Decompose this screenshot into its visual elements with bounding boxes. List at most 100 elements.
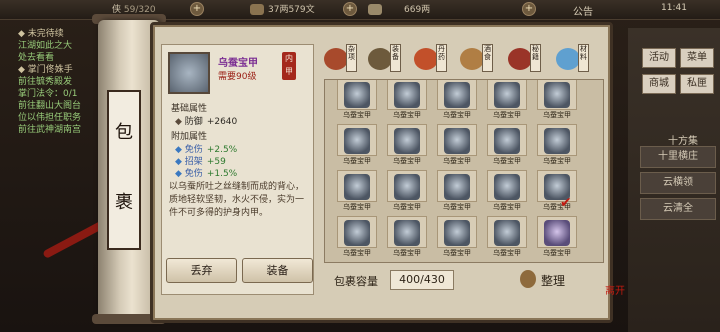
slot-frame	[337, 262, 377, 263]
attr-key: 防御	[184, 117, 203, 127]
inventory-slot[interactable]: 乌蚕宝甲	[487, 80, 527, 123]
add-resource-3-button[interactable]: +	[522, 2, 536, 16]
slot-label: 乌蚕宝甲	[393, 249, 421, 257]
armor-icon	[444, 174, 470, 200]
inventory-slot[interactable]: 乌蚕宝甲	[437, 80, 477, 123]
inventory-slot[interactable]: 乌蚕宝甲	[537, 80, 577, 123]
armor-icon	[344, 174, 370, 200]
category-tab[interactable]: 装备	[366, 42, 401, 74]
notice-button[interactable]: 公告	[573, 3, 593, 18]
inventory-slot[interactable]: 乌蚕宝甲	[537, 216, 577, 261]
slot-frame	[437, 262, 477, 263]
inventory-slot[interactable]: 乌蚕宝甲	[437, 124, 477, 169]
quest-title: ◆ 未完待续	[18, 29, 64, 39]
inventory-slot[interactable]: 乌蚕宝甲	[437, 216, 477, 261]
quest-desc: 位以伟担任职务	[18, 113, 82, 123]
tidy-button[interactable]: 整理	[541, 272, 565, 289]
coin-icon	[250, 4, 264, 15]
inventory-slot[interactable]: 乌蚕宝甲	[487, 170, 527, 215]
scroll-title-char: 包	[115, 122, 133, 143]
inventory-slot[interactable]: 乌蚕宝甲	[387, 170, 427, 215]
category-tab[interactable]: 秘籍	[506, 42, 541, 74]
slot-frame	[537, 262, 577, 263]
side-list-item[interactable]: 云横领	[640, 172, 716, 194]
quest-desc: 前往翻山大阁台	[18, 101, 82, 111]
armor-icon	[344, 82, 370, 108]
inventory-slot[interactable]: 乌蚕宝甲	[337, 124, 377, 169]
inventory-slot[interactable]: 乌蚕宝甲	[387, 80, 427, 123]
shop-button[interactable]: 商城	[642, 74, 676, 94]
category-label: 杂项	[346, 44, 357, 72]
category-tab[interactable]: 杂项	[322, 42, 357, 74]
scroll-label	[107, 90, 141, 250]
equip-button[interactable]: 装备	[242, 258, 313, 283]
slot-label: 乌蚕宝甲	[493, 203, 521, 211]
slot-label: 乌蚕宝甲	[443, 249, 471, 257]
inventory-slot[interactable]	[487, 262, 527, 263]
quest-tracker[interactable]: ◆ 未完待续 江湖如此之大 处去看看 ◆ 掌门佟姝手 前往毓秀殿发 掌门法令：0…	[18, 28, 98, 188]
inventory-slot[interactable]: 乌蚕宝甲	[387, 216, 427, 261]
capacity-value: 400/430	[390, 270, 454, 290]
add-resource-1-button[interactable]: +	[190, 2, 204, 16]
item-type-seal: 内甲	[282, 52, 296, 80]
discard-button[interactable]: 丢弃	[166, 258, 237, 283]
inventory-slot[interactable]: 乌蚕宝甲	[387, 262, 427, 263]
armor-icon	[544, 220, 570, 246]
attr-key: 免伤	[184, 169, 203, 179]
attr-value: +1.5%	[206, 169, 238, 179]
clock-label: 11:41	[661, 3, 687, 13]
inventory-slot[interactable]: 乌蚕宝甲	[337, 262, 377, 263]
extra-attr-title: 附加属性	[171, 132, 208, 142]
side-list-item[interactable]: 十里横庄	[640, 146, 716, 168]
exit-seal[interactable]: 离开	[605, 282, 625, 297]
armor-icon	[168, 52, 210, 94]
item-name: 乌蚕宝甲	[218, 58, 258, 69]
inventory-slot[interactable]: 乌蚕宝甲	[487, 124, 527, 169]
side-panel: 活动 菜单 商城 私匣 十方集 十里横庄 云横领 云清全	[628, 28, 720, 332]
slot-label: 乌蚕宝甲	[343, 249, 371, 257]
inventory-slot[interactable]: 乌蚕宝甲	[337, 80, 377, 123]
activity-button[interactable]: 活动	[642, 48, 676, 68]
inventory-slot[interactable]: 乌蚕宝甲	[337, 216, 377, 261]
slot-label: 乌蚕宝甲	[443, 111, 471, 119]
armor-icon	[444, 82, 470, 108]
armor-icon	[394, 82, 420, 108]
slot-label: 乌蚕宝甲	[543, 157, 571, 165]
base-attr-title: 基础属性	[171, 104, 208, 114]
menu-button[interactable]: 菜单	[680, 48, 714, 68]
category-tab[interactable]: 材料	[554, 42, 589, 74]
inventory-slot[interactable]	[537, 262, 577, 263]
slot-label: 乌蚕宝甲	[443, 203, 471, 211]
side-list-item[interactable]: 云清全	[640, 198, 716, 220]
quest-desc: 前往武神湖南宫	[18, 125, 82, 135]
inventory-slot[interactable]	[437, 262, 477, 263]
resource-2-value: 37两579文	[268, 5, 315, 15]
inventory-slot[interactable]: 乌蚕宝甲	[337, 170, 377, 215]
category-tab[interactable]: 酒食	[458, 42, 493, 74]
category-icon	[368, 48, 392, 70]
inventory-slot[interactable]: 乌蚕宝甲	[437, 170, 477, 215]
armor-icon	[394, 220, 420, 246]
category-icon	[414, 48, 438, 70]
category-label: 酒食	[482, 44, 493, 72]
armor-icon	[394, 128, 420, 154]
add-resource-2-button[interactable]: +	[343, 2, 357, 16]
slot-label: 乌蚕宝甲	[543, 249, 571, 257]
bag-icon[interactable]	[520, 270, 536, 288]
armor-icon	[544, 128, 570, 154]
inventory-slot[interactable]: 乌蚕宝甲	[537, 124, 577, 169]
inventory-grid: 乌蚕宝甲 乌蚕宝甲 乌蚕宝甲 乌蚕宝甲 乌蚕宝甲 乌蚕宝甲 乌蚕宝甲 乌蚕宝甲 乌蚕宝甲 乌蚕宝甲…	[324, 79, 604, 263]
armor-icon	[444, 128, 470, 154]
quest-desc: 处去看看	[18, 53, 55, 63]
private-button[interactable]: 私匣	[680, 74, 714, 94]
slot-label: 乌蚕宝甲	[343, 203, 371, 211]
ingot-icon	[368, 4, 382, 15]
inventory-slot[interactable]: 乌蚕宝甲	[487, 216, 527, 261]
category-label: 材料	[578, 44, 589, 72]
quest-desc: 前往毓秀殿发	[18, 77, 73, 87]
slot-label: 乌蚕宝甲	[393, 203, 421, 211]
armor-icon	[444, 220, 470, 246]
inventory-slot[interactable]: 乌蚕宝甲	[387, 124, 427, 169]
armor-icon	[494, 220, 520, 246]
category-tab[interactable]: 丹药	[412, 42, 447, 74]
